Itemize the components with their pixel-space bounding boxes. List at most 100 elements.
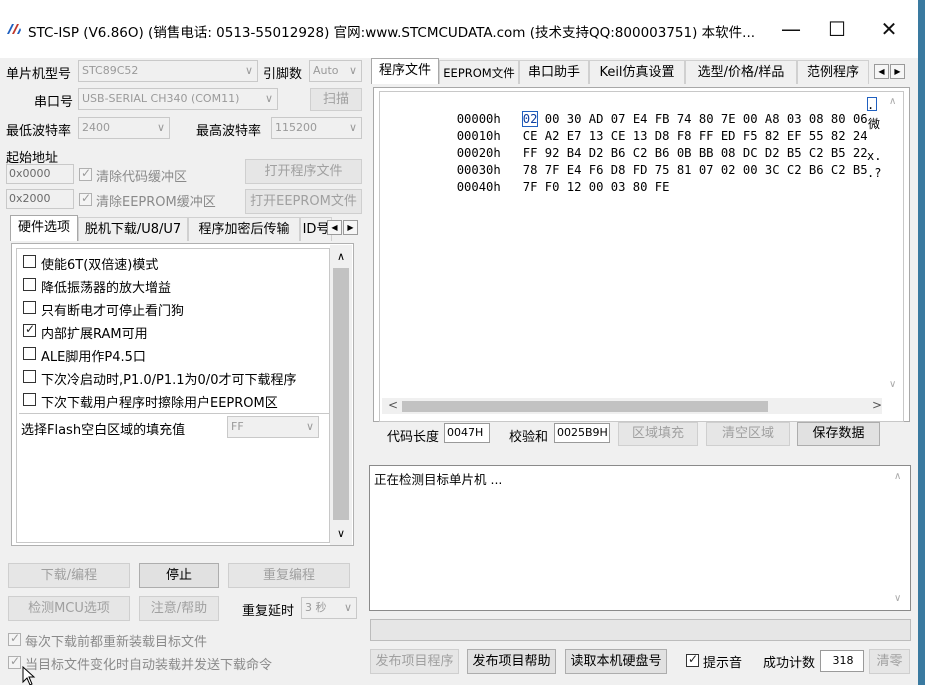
scroll-up-icon[interactable]: ∧ [894, 471, 901, 482]
option-checkbox[interactable] [23, 278, 36, 291]
desktop-edge [918, 0, 925, 685]
code-start-address-input[interactable]: 0x0000 [6, 164, 74, 184]
tab-scroll-left-icon[interactable]: ◀ [874, 64, 889, 79]
tab-keil-simulation[interactable]: Keil仿真设置 [589, 60, 685, 84]
tab-hardware-options[interactable]: 硬件选项 [10, 215, 78, 241]
clear-code-buffer-checkbox[interactable]: ✓ [79, 166, 92, 181]
tab-selection-price[interactable]: 选型/价格/样品 [685, 60, 797, 84]
flash-fill-select[interactable]: FF ∨ [227, 416, 319, 438]
option-label: 只有断电才可停止看门狗 [41, 304, 185, 319]
min-baud-label: 最低波特率 [6, 124, 72, 139]
clear-area-button[interactable]: 清空区域 [706, 422, 790, 446]
log-scrollbar[interactable]: ∧ ∨ [890, 469, 908, 607]
flash-fill-label: 选择Flash空白区域的填充值 [21, 423, 186, 438]
close-button[interactable]: ✕ [866, 14, 912, 44]
tab-scroll-right-icon[interactable]: ▶ [890, 64, 905, 79]
auto-reload-checkbox[interactable]: ✓ [8, 654, 21, 669]
clear-eeprom-buffer-checkbox[interactable]: ✓ [79, 191, 92, 206]
checkmark-icon: ✓ [81, 191, 92, 205]
hex-horizontal-scrollbar[interactable]: < > [382, 398, 882, 414]
minimize-button[interactable]: — [768, 14, 814, 44]
pins-value: Auto [313, 64, 339, 77]
scroll-down-icon[interactable]: ∨ [894, 593, 901, 604]
option-row[interactable]: 只有断电才可停止看门狗 [19, 297, 329, 319]
mcu-type-select[interactable]: STC89C52 ∨ [78, 60, 258, 82]
option-row[interactable]: 使能6T(双倍速)模式 [19, 251, 329, 273]
tab-scroll-left-icon[interactable]: ◀ [327, 220, 342, 235]
open-eeprom-file-button[interactable]: 打开EEPROM文件 [245, 189, 362, 214]
option-row[interactable]: 降低振荡器的放大增益 [19, 274, 329, 296]
reload-before-download-label: 每次下载前都重新装载目标文件 [25, 635, 208, 650]
option-row[interactable]: ✓ 内部扩展RAM可用 [19, 320, 329, 342]
clear-eeprom-buffer-label: 清除EEPROM缓冲区 [96, 195, 216, 210]
scroll-down-icon[interactable]: ∨ [337, 527, 345, 540]
port-select[interactable]: USB-SERIAL CH340 (COM11) ∨ [78, 88, 278, 110]
option-row[interactable]: ALE脚用作P4.5口 [19, 343, 329, 365]
mcu-type-value: STC89C52 [82, 64, 139, 77]
chevron-down-icon: ∨ [156, 121, 165, 134]
option-row[interactable]: 下次下载用户程序时擦除用户EEPROM区 [19, 389, 329, 411]
option-checkbox[interactable] [23, 347, 36, 360]
save-data-button[interactable]: 保存数据 [797, 422, 880, 446]
option-label: 内部扩展RAM可用 [41, 327, 148, 342]
tab-encrypted-transfer[interactable]: 程序加密后传输 [188, 217, 300, 241]
min-baud-select[interactable]: 2400 ∨ [78, 117, 170, 139]
checksum-label: 校验和 [509, 430, 549, 445]
scroll-up-icon[interactable]: ∧ [889, 96, 896, 107]
tab-scroll-right-icon[interactable]: ▶ [343, 220, 358, 235]
option-checkbox[interactable] [23, 301, 36, 314]
max-baud-select[interactable]: 115200 ∨ [271, 117, 362, 139]
hex-editor[interactable]: 00000h 02 00 30 AD 07 E4 FB 74 80 7E 00 A… [379, 91, 904, 422]
tab-program-file[interactable]: 程序文件 [371, 58, 439, 84]
checkmark-icon: ✓ [10, 631, 21, 645]
tab-eeprom-file[interactable]: EEPROM文件 [439, 60, 519, 84]
scroll-up-icon[interactable]: ∧ [337, 250, 345, 263]
download-program-button[interactable]: 下载/编程 [8, 563, 130, 588]
option-label: 降低振荡器的放大增益 [41, 281, 172, 296]
options-scrollbar[interactable]: ∧ ∨ [330, 245, 352, 545]
chevron-down-icon: ∨ [348, 121, 357, 134]
reload-before-download-checkbox[interactable]: ✓ [8, 631, 21, 646]
chevron-down-icon: ∨ [348, 64, 357, 77]
scroll-right-icon[interactable]: > [872, 398, 882, 412]
repeat-program-button[interactable]: 重复编程 [228, 563, 350, 588]
option-checkbox[interactable] [23, 255, 36, 268]
scroll-thumb[interactable] [333, 268, 349, 520]
stop-button[interactable]: 停止 [139, 563, 219, 588]
tab-example-programs[interactable]: 范例程序 [797, 60, 869, 84]
chevron-down-icon: ∨ [264, 92, 273, 105]
detect-mcu-options-button[interactable]: 检测MCU选项 [8, 596, 130, 621]
beep-checkbox[interactable]: ✓ [686, 652, 699, 667]
maximize-button[interactable]: ☐ [814, 14, 860, 44]
hardware-options-panel: 使能6T(双倍速)模式 降低振荡器的放大增益 只有断电才可停止看门狗 ✓ 内部扩… [11, 243, 354, 546]
app-icon [6, 22, 22, 36]
scan-button[interactable]: 扫描 [310, 88, 362, 111]
output-log[interactable]: 正在检测目标单片机 ... ∧ ∨ [369, 465, 911, 611]
publish-project-help-button[interactable]: 发布项目帮助 [467, 649, 556, 674]
clear-count-button[interactable]: 清零 [869, 649, 910, 674]
area-fill-button[interactable]: 区域填充 [618, 422, 698, 446]
checksum-value: 0025B9H [554, 423, 610, 443]
scroll-left-icon[interactable]: < [388, 398, 398, 412]
option-checkbox[interactable]: ✓ [23, 322, 36, 337]
checkmark-icon: ✓ [10, 654, 21, 668]
hex-vertical-scrollbar[interactable]: ∧ ∨ [885, 94, 903, 394]
option-checkbox[interactable] [23, 393, 36, 406]
pins-select[interactable]: Auto ∨ [309, 60, 362, 82]
read-disk-id-button[interactable]: 读取本机硬盘号 [565, 649, 667, 674]
tab-serial-assistant[interactable]: 串口助手 [519, 60, 589, 84]
publish-project-program-button[interactable]: 发布项目程序 [370, 649, 459, 674]
repeat-delay-select[interactable]: 3 秒 ∨ [301, 597, 357, 619]
scroll-thumb[interactable] [402, 401, 768, 412]
chevron-down-icon: ∨ [305, 420, 314, 433]
option-row[interactable]: 下次冷启动时,P1.0/P1.1为0/0才可下载程序 [19, 366, 329, 388]
open-program-file-button[interactable]: 打开程序文件 [245, 159, 362, 184]
eeprom-start-address-input[interactable]: 0x2000 [6, 189, 74, 209]
scroll-down-icon[interactable]: ∨ [889, 379, 896, 390]
help-button[interactable]: 注意/帮助 [139, 596, 219, 621]
tab-offline-download[interactable]: 脱机下载/U8/U7 [78, 217, 188, 241]
option-checkbox[interactable] [23, 370, 36, 383]
auto-reload-label: 当目标文件变化时自动装载并发送下载命令 [25, 658, 273, 673]
beep-label: 提示音 [703, 656, 743, 671]
hex-ascii: .? [867, 166, 882, 180]
